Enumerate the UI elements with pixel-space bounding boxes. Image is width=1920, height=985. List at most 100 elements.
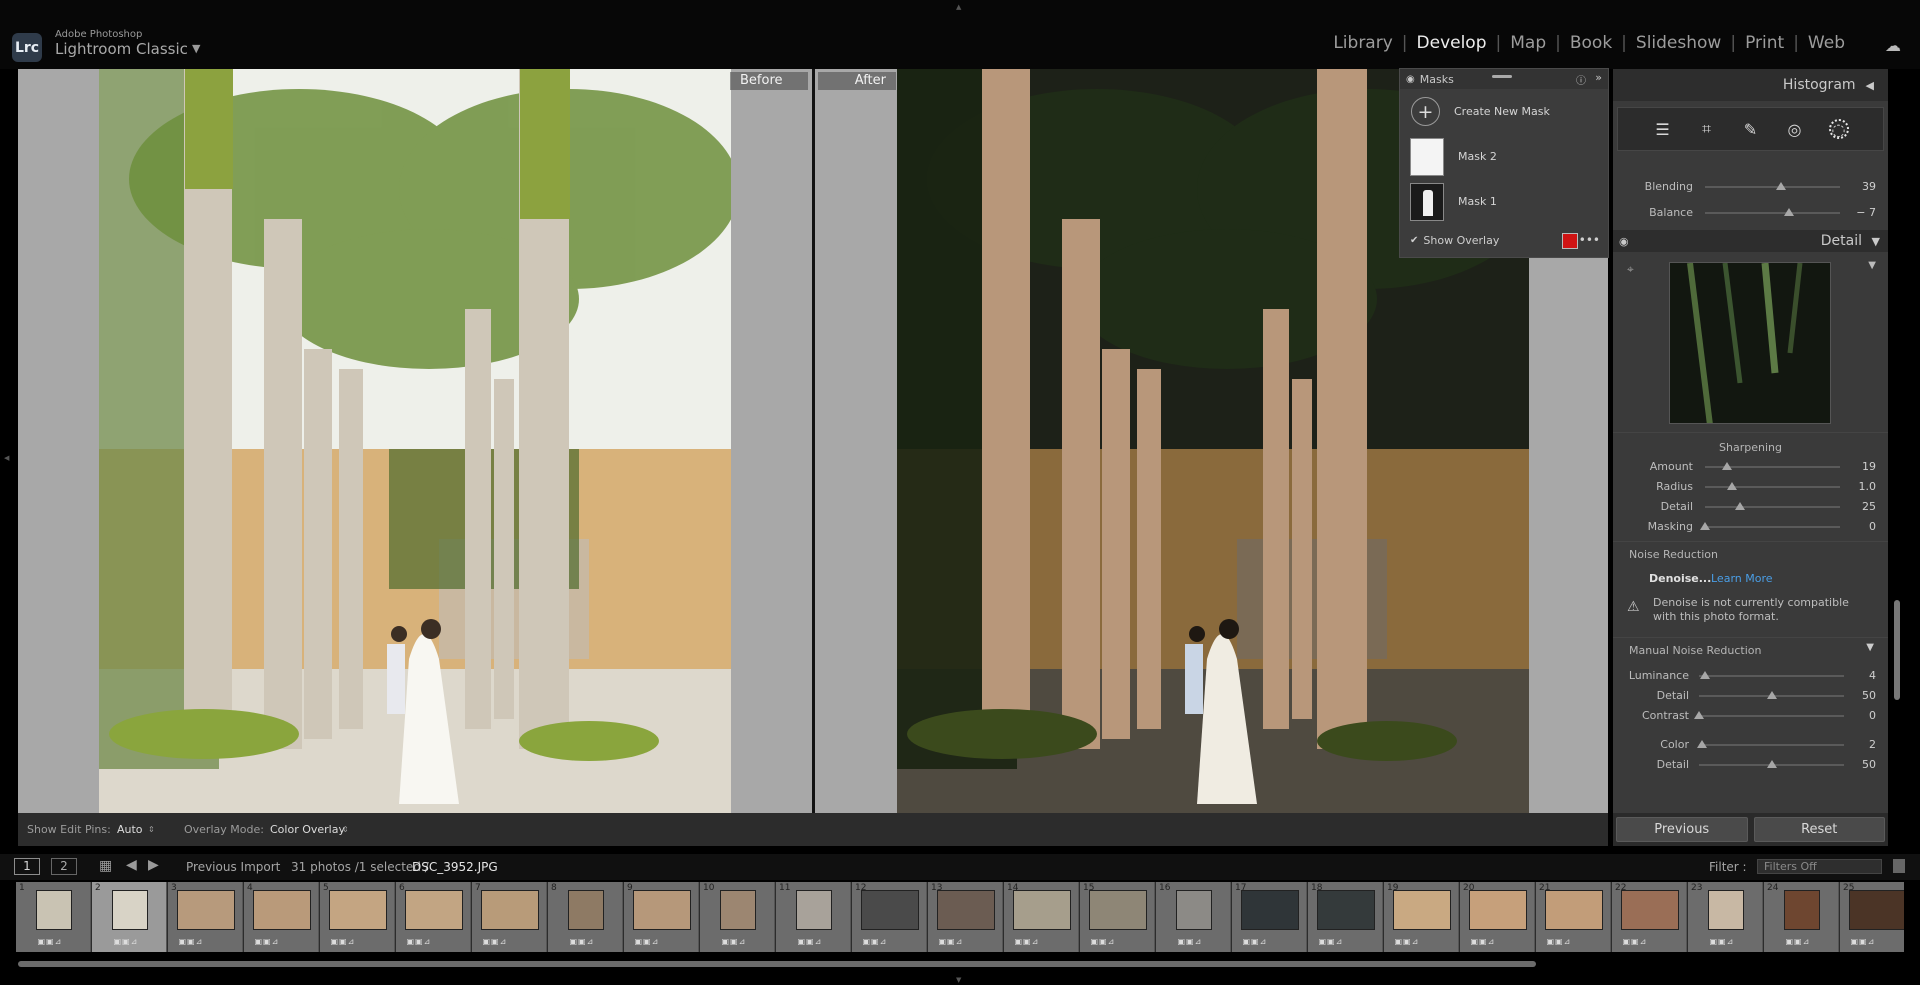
filter-lock-icon[interactable]: [1893, 859, 1905, 873]
filmstrip-cell[interactable]: 18 ▣▣⊿: [1308, 882, 1383, 952]
overlay-mode-stepper-icon[interactable]: ⇕: [342, 825, 349, 834]
filmstrip-cell[interactable]: 1 ▣▣⊿: [16, 882, 91, 952]
slider-handle[interactable]: [1699, 671, 1710, 679]
slider-value[interactable]: 4: [1869, 669, 1876, 682]
slider-handle[interactable]: [1696, 740, 1707, 748]
before-image-pane[interactable]: Before: [18, 69, 812, 813]
edit-pins-stepper-icon[interactable]: ⇕: [148, 825, 155, 834]
forward-arrow-icon[interactable]: ▶: [148, 857, 159, 873]
slider-value[interactable]: 19: [1862, 460, 1876, 473]
edit-sliders-icon[interactable]: ☰: [1653, 119, 1673, 139]
filmstrip-cell[interactable]: 21 ▣▣⊿: [1536, 882, 1611, 952]
target-icon[interactable]: ⌖: [1627, 262, 1634, 277]
filmstrip-cell[interactable]: 7 ▣▣⊿: [472, 882, 547, 952]
create-new-mask-button[interactable]: + Create New Mask: [1400, 89, 1608, 134]
grid-view-icon[interactable]: ▦: [99, 858, 112, 874]
slider-value[interactable]: 0: [1869, 520, 1876, 533]
module-library[interactable]: Library: [1330, 33, 1395, 53]
filmstrip-cell[interactable]: 4 ▣▣⊿: [244, 882, 319, 952]
show-edit-pins-select[interactable]: Auto: [117, 823, 143, 836]
slider-track[interactable]: [1705, 506, 1840, 508]
secondary-window-button[interactable]: 2: [51, 858, 77, 875]
learn-more-link[interactable]: Learn More: [1711, 572, 1773, 585]
slider-track[interactable]: [1699, 715, 1844, 717]
manual-noise-collapse-icon[interactable]: ▼: [1866, 642, 1874, 653]
filmstrip-cell[interactable]: 3 ▣▣⊿: [168, 882, 243, 952]
filmstrip-filename[interactable]: DSC_3952.JPG: [412, 860, 498, 874]
slider-track[interactable]: [1705, 186, 1840, 188]
detail-collapse-icon[interactable]: ▼: [1872, 235, 1880, 248]
slider-handle[interactable]: [1735, 502, 1746, 510]
filmstrip-cell[interactable]: 17 ▣▣⊿: [1232, 882, 1307, 952]
slider-value[interactable]: 50: [1862, 758, 1876, 771]
filmstrip-cell[interactable]: 15 ▣▣⊿: [1080, 882, 1155, 952]
module-print[interactable]: Print: [1742, 33, 1787, 53]
eye-icon[interactable]: ◉: [1619, 235, 1629, 248]
reset-button[interactable]: Reset: [1753, 817, 1885, 842]
slider-value[interactable]: 2: [1869, 738, 1876, 751]
module-slideshow[interactable]: Slideshow: [1633, 33, 1724, 53]
histogram-header[interactable]: Histogram ◀: [1613, 69, 1888, 101]
module-book[interactable]: Book: [1567, 33, 1615, 53]
overlay-mode-select[interactable]: Color Overlay: [270, 823, 345, 836]
detail-zoom-preview[interactable]: [1669, 262, 1831, 424]
slider-track[interactable]: [1699, 675, 1844, 677]
left-panel-expand-icon[interactable]: ◀: [4, 454, 9, 462]
slider-handle[interactable]: [1766, 760, 1777, 768]
module-web[interactable]: Web: [1805, 33, 1848, 53]
masking-icon[interactable]: ◌: [1828, 119, 1849, 139]
filmstrip-cell[interactable]: 12 ▣▣⊿: [852, 882, 927, 952]
filmstrip-cell[interactable]: 5 ▣▣⊿: [320, 882, 395, 952]
more-options-icon[interactable]: •••: [1579, 233, 1600, 247]
filmstrip-cell[interactable]: 9 ▣▣⊿: [624, 882, 699, 952]
healing-icon[interactable]: ✎: [1741, 119, 1761, 139]
module-map[interactable]: Map: [1507, 33, 1549, 53]
slider-value[interactable]: 39: [1862, 180, 1876, 193]
filmstrip-cell[interactable]: 25 ▣▣⊿: [1840, 882, 1904, 952]
show-overlay-checkbox[interactable]: ✔: [1410, 235, 1418, 246]
cloud-sync-icon[interactable]: ☁: [1885, 36, 1901, 55]
slider-handle[interactable]: [1721, 462, 1732, 470]
filmstrip-source[interactable]: Previous Import: [186, 860, 280, 874]
filter-select[interactable]: Filters Off: [1757, 859, 1882, 874]
filmstrip-cell[interactable]: 2 ▣▣⊿: [92, 882, 167, 952]
slider-value[interactable]: 0: [1869, 709, 1876, 722]
filmstrip-cell[interactable]: 16 ▣▣⊿: [1156, 882, 1231, 952]
previous-button[interactable]: Previous: [1616, 817, 1748, 842]
preview-collapse-icon[interactable]: ▼: [1868, 260, 1876, 271]
manual-noise-title[interactable]: Manual Noise Reduction: [1613, 642, 1888, 660]
slider-handle[interactable]: [1783, 208, 1794, 216]
histogram-collapse-icon[interactable]: ◀: [1866, 79, 1874, 92]
crop-icon[interactable]: ⌗: [1697, 119, 1717, 139]
bottom-panel-collapse-icon[interactable]: ▼: [956, 976, 961, 984]
slider-value[interactable]: − 7: [1856, 206, 1876, 219]
mask-list-item[interactable]: Mask 2: [1400, 134, 1608, 179]
mask-list-item[interactable]: Mask 1: [1400, 179, 1608, 224]
brand-app-name[interactable]: Lightroom Classic: [55, 40, 188, 58]
filmstrip-cell[interactable]: 10 ▣▣⊿: [700, 882, 775, 952]
filmstrip-cell[interactable]: 19 ▣▣⊿: [1384, 882, 1459, 952]
slider-track[interactable]: [1699, 744, 1844, 746]
slider-track[interactable]: [1705, 212, 1840, 214]
filmstrip-cell[interactable]: 13 ▣▣⊿: [928, 882, 1003, 952]
overlay-color-swatch[interactable]: [1562, 233, 1578, 249]
denoise-button[interactable]: Denoise...: [1649, 572, 1711, 585]
slider-value[interactable]: 25: [1862, 500, 1876, 513]
right-panel-scrollbar[interactable]: [1894, 600, 1900, 700]
slider-track[interactable]: [1705, 486, 1840, 488]
filmstrip-cell[interactable]: 20 ▣▣⊿: [1460, 882, 1535, 952]
collapse-icon[interactable]: »: [1595, 71, 1602, 84]
filmstrip-cell[interactable]: 22 ▣▣⊿: [1612, 882, 1687, 952]
slider-track[interactable]: [1705, 526, 1840, 528]
masks-panel-header[interactable]: ◉ Masks ⓘ »: [1400, 69, 1608, 89]
filmstrip-cell[interactable]: 14 ▣▣⊿: [1004, 882, 1079, 952]
detail-header[interactable]: ◉ Detail ▼: [1613, 230, 1888, 252]
top-panel-collapse-icon[interactable]: ▲: [956, 3, 961, 11]
filmstrip-cell[interactable]: 23 ▣▣⊿: [1688, 882, 1763, 952]
filmstrip-scrollbar[interactable]: [18, 961, 1536, 967]
eye-icon[interactable]: ◉: [1406, 74, 1415, 85]
filmstrip-cell[interactable]: 8 ▣▣⊿: [548, 882, 623, 952]
brand-menu-chevron-down-icon[interactable]: ▼: [192, 42, 200, 55]
filmstrip-cell[interactable]: 11 ▣▣⊿: [776, 882, 851, 952]
module-develop[interactable]: Develop: [1414, 33, 1490, 53]
